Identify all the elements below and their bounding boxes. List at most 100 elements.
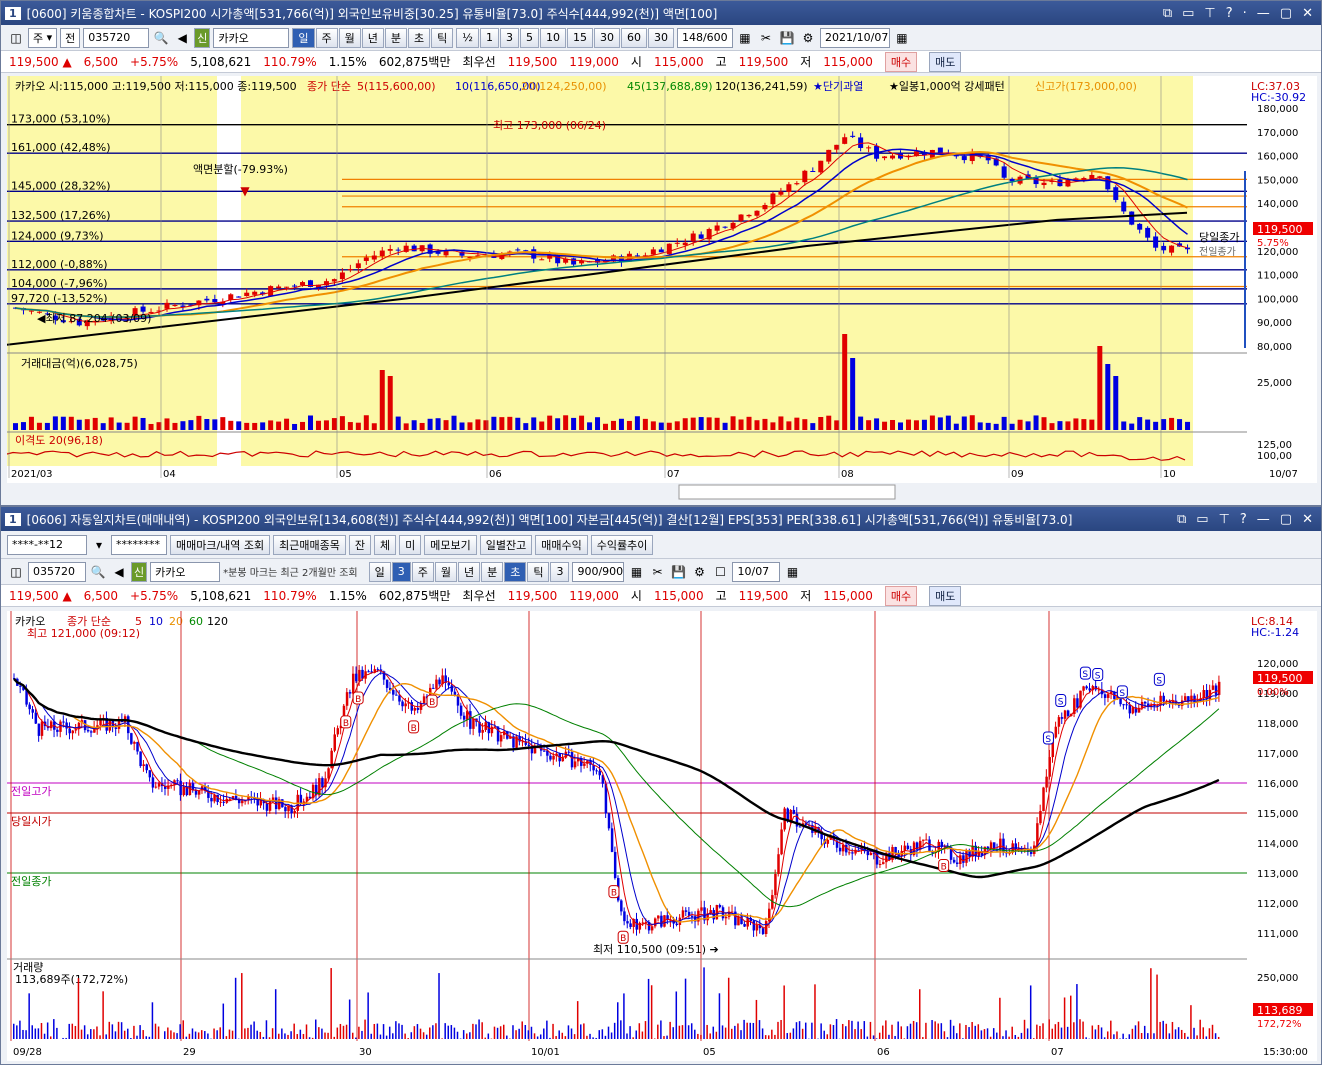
stock-name-field[interactable]: 카카오 <box>213 27 290 48</box>
stock-name-field-2[interactable]: 카카오 <box>150 561 221 582</box>
interval-button-1[interactable]: 1 <box>479 27 499 48</box>
help-icon[interactable]: ? <box>1226 6 1233 21</box>
max-icon[interactable]: ▢ <box>1280 512 1292 527</box>
count-field-2[interactable]: 900/900 <box>572 561 625 582</box>
grid-icon[interactable]: ▦ <box>736 28 754 48</box>
tool-icon[interactable]: ✂ <box>648 562 666 582</box>
main-chart-titlebar[interactable]: 1 [0600] 키움종합차트 - KOSPI200 시가총액[531,766(… <box>1 1 1321 25</box>
journal-button-0[interactable]: 매매마크/내역 조회 <box>170 534 271 555</box>
journal-titlebar[interactable]: 1 [0606] 자동일지차트(매매내역) - KOSPI200 외국인보유[1… <box>1 507 1321 531</box>
sell-button[interactable]: 매도 <box>929 585 962 606</box>
save-icon[interactable]: 💾 <box>778 28 796 48</box>
period-tab-2-6[interactable]: 초 <box>504 561 527 582</box>
period-tab-2-8[interactable]: 3 <box>550 561 570 582</box>
volume-bar <box>331 418 337 430</box>
close-icon[interactable]: ✕ <box>1302 6 1313 21</box>
interval-button-5[interactable]: 15 <box>566 27 593 48</box>
gear-icon[interactable]: ⚙ <box>690 562 708 582</box>
volume-bar <box>44 422 50 430</box>
interval-button-0[interactable]: ½ <box>456 27 479 48</box>
code-input-2[interactable]: 035720 <box>28 561 86 582</box>
speaker-icon[interactable]: ◀ <box>173 28 191 48</box>
period-tab-2-3[interactable]: 월 <box>434 561 457 582</box>
minimize-icon[interactable]: ▭ <box>1182 6 1194 21</box>
period-select[interactable]: 주 ▾ <box>28 27 58 48</box>
candle-body <box>284 807 287 812</box>
period-tab-2-5[interactable]: 분 <box>481 561 504 582</box>
period-tab-2-2[interactable]: 주 <box>411 561 434 582</box>
volume-bar <box>411 420 417 430</box>
restore-icon[interactable]: ⧉ <box>1177 512 1186 527</box>
period-tab-5[interactable]: 초 <box>408 27 431 48</box>
journal-button-7[interactable]: 매매수익 <box>535 534 588 555</box>
code-input[interactable]: 035720 <box>83 27 150 48</box>
layout-icon[interactable]: ◫ <box>7 562 25 582</box>
period-tab-1[interactable]: 주 <box>315 27 338 48</box>
account-select[interactable]: ****-**12 <box>7 534 87 555</box>
layout-icon[interactable]: ◫ <box>7 28 25 48</box>
search-icon[interactable]: 🔍 <box>152 28 170 48</box>
journal-button-6[interactable]: 일별잔고 <box>479 534 533 555</box>
journal-button-3[interactable]: 체 <box>374 534 397 555</box>
volume-bar <box>734 1025 736 1039</box>
more-icon[interactable]: · <box>1243 6 1247 21</box>
volume-bar <box>1147 1033 1149 1039</box>
period-tab-2-0[interactable]: 일 <box>368 561 391 582</box>
volume-bar <box>478 1019 480 1039</box>
interval-button-4[interactable]: 10 <box>539 27 566 48</box>
period-tab-2-1[interactable]: 3 <box>391 561 411 582</box>
max-icon[interactable]: ▢ <box>1280 6 1292 21</box>
pin-icon[interactable]: ⊤ <box>1219 512 1230 527</box>
date-field[interactable]: 2021/10/07 <box>819 27 890 48</box>
volume-bar <box>90 1029 92 1039</box>
gear-icon[interactable]: ⚙ <box>799 28 817 48</box>
grid-icon[interactable]: ▦ <box>627 562 645 582</box>
chevron-down-icon[interactable]: ▾ <box>90 535 108 555</box>
date-field-2[interactable]: 10/07 <box>732 561 781 582</box>
checkbox[interactable]: ☐ <box>711 562 729 582</box>
journal-button-4[interactable]: 미 <box>399 534 422 555</box>
min-icon[interactable]: — <box>1257 6 1270 21</box>
period-tab-6[interactable]: 틱 <box>431 27 454 48</box>
search-icon[interactable]: 🔍 <box>89 562 107 582</box>
speaker-icon[interactable]: ◀ <box>110 562 128 582</box>
minute-chart[interactable]: 120,000119,000118,000117,000116,000115,0… <box>7 611 1317 1061</box>
buy-button[interactable]: 매수 <box>884 51 918 72</box>
help-icon[interactable]: ? <box>1240 512 1247 527</box>
journal-button-8[interactable]: 수익률추이 <box>590 534 654 555</box>
daily-chart[interactable]: 카카오 시:115,000 고:119,500 저:115,000 종:119,… <box>7 76 1317 502</box>
password-input[interactable]: ******** <box>111 534 167 555</box>
period-tab-2-7[interactable]: 틱 <box>527 561 550 582</box>
candle-body <box>882 156 888 159</box>
close-icon[interactable]: ✕ <box>1302 512 1313 527</box>
journal-button-5[interactable]: 메모보기 <box>424 534 477 555</box>
period-tab-2-4[interactable]: 년 <box>457 561 481 582</box>
period-tab-3[interactable]: 년 <box>361 27 384 48</box>
interval-button-6[interactable]: 30 <box>593 27 620 48</box>
interval-button-2[interactable]: 3 <box>499 27 519 48</box>
min-icon[interactable]: — <box>1257 512 1270 527</box>
candle-body <box>62 721 65 723</box>
calendar-icon[interactable]: ▦ <box>893 28 911 48</box>
period-tab-4[interactable]: 분 <box>384 27 408 48</box>
tool-icon[interactable]: ✂ <box>757 28 775 48</box>
interval-button-7[interactable]: 60 <box>620 27 647 48</box>
prev-select[interactable]: 전 <box>60 27 81 48</box>
interval-button-8[interactable]: 30 <box>647 27 674 48</box>
minimize-icon[interactable]: ▭ <box>1196 512 1208 527</box>
interval-button-3[interactable]: 5 <box>519 27 539 48</box>
period-tab-2[interactable]: 월 <box>338 27 361 48</box>
ann-prev: 전일종가 <box>1199 246 1236 258</box>
journal-button-1[interactable]: 최근매매종목 <box>273 534 346 555</box>
period-tab-0[interactable]: 일 <box>292 27 315 48</box>
volume-bar <box>259 1031 262 1039</box>
buy-button[interactable]: 매수 <box>884 585 918 606</box>
count-field[interactable]: 148/600 <box>676 27 733 48</box>
restore-icon[interactable]: ⧉ <box>1163 6 1172 21</box>
save-icon[interactable]: 💾 <box>669 562 687 582</box>
journal-button-2[interactable]: 잔 <box>348 534 372 555</box>
sell-button[interactable]: 매도 <box>929 51 962 72</box>
volume-bar <box>897 1021 899 1039</box>
calendar-icon[interactable]: ▦ <box>783 562 801 582</box>
pin-icon[interactable]: ⊤ <box>1204 6 1215 21</box>
